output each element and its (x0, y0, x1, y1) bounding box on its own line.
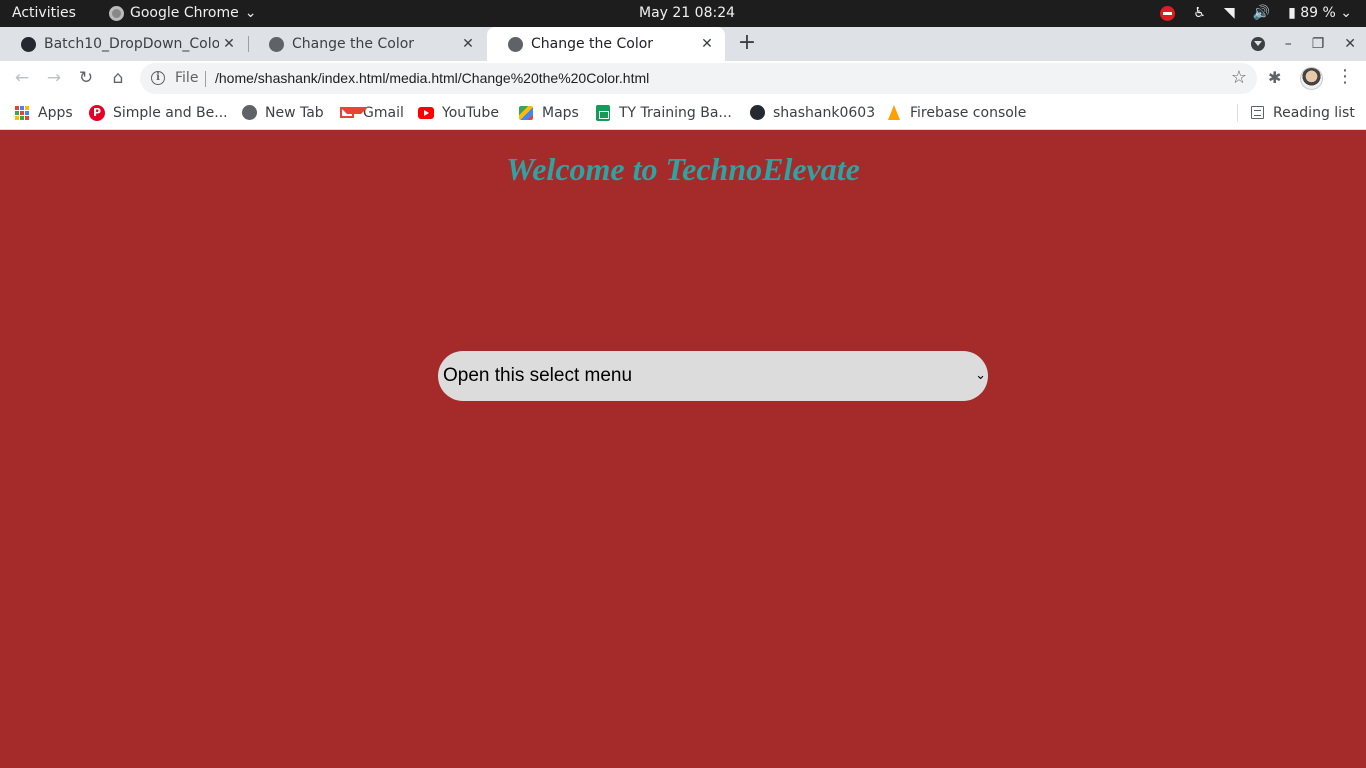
globe-icon (241, 105, 257, 121)
globe-icon (507, 36, 523, 52)
youtube-icon (418, 105, 434, 121)
home-button[interactable]: ⌂ (107, 67, 129, 89)
more-menu-icon[interactable]: ⋮ (1336, 66, 1354, 87)
accessibility-icon: ♿ (1193, 5, 1206, 21)
reading-list-label: Reading list (1273, 104, 1355, 121)
bookmark-label: Firebase console (910, 104, 1027, 121)
url-scheme-label: File (175, 70, 199, 86)
gmail-icon (339, 105, 368, 121)
tab-title: Change the Color (292, 36, 415, 52)
bookmarks-bar: Apps P Simple and Be... New Tab Gmail Yo… (0, 96, 1366, 130)
close-icon[interactable]: ✕ (460, 36, 476, 52)
bookmark-gmail[interactable]: Gmail (339, 96, 404, 129)
tab-title: Batch10_DropDown_Colo (44, 36, 219, 52)
restore-icon[interactable]: ❐ (1312, 36, 1325, 52)
bookmark-label: New Tab (265, 104, 324, 121)
activities-button[interactable]: Activities (12, 0, 76, 27)
reading-list-icon (1249, 105, 1265, 121)
bookmark-label: YouTube (442, 104, 499, 121)
select-selected-value: Open this select menu (443, 365, 633, 386)
bookmark-github[interactable]: shashank0603 (749, 96, 875, 129)
bookmark-label: Simple and Be... (113, 104, 228, 121)
bookmark-ty-training[interactable]: TY Training Ba... (595, 96, 732, 129)
battery-indicator: ▮ 89 % ⌄ (1288, 5, 1352, 21)
page-title: Welcome to TechnoElevate (506, 151, 860, 187)
address-bar[interactable]: i File /home/shashank/index.html/media.h… (140, 63, 1257, 94)
minimize-icon[interactable]: – (1285, 36, 1292, 52)
app-menu[interactable]: Google Chrome ⌄ (109, 0, 256, 27)
bookmark-firebase[interactable]: Firebase console (886, 96, 1026, 129)
bookmark-youtube[interactable]: YouTube (418, 96, 499, 129)
globe-icon (268, 36, 284, 52)
bookmark-apps[interactable]: Apps (14, 96, 73, 129)
tab-change-color[interactable]: Change the Color ✕ (248, 27, 486, 61)
tab-strip: Batch10_DropDown_Colo ✕ Change the Color… (0, 27, 1366, 61)
tab-title: Change the Color (531, 36, 654, 52)
tab-search-icon[interactable] (1250, 37, 1265, 51)
close-icon[interactable]: ✕ (221, 36, 237, 52)
firebase-icon (886, 105, 902, 121)
tab-change-color-active[interactable]: Change the Color ✕ (487, 27, 725, 61)
reload-button[interactable]: ↻ (75, 67, 97, 89)
battery-percent: 89 % (1300, 5, 1336, 21)
bookmark-label: Gmail (363, 104, 404, 121)
bookmark-new-tab[interactable]: New Tab (241, 96, 324, 129)
close-icon[interactable]: ✕ (699, 36, 715, 52)
new-tab-button[interactable]: + (736, 32, 758, 55)
page-content: Welcome to TechnoElevate Open this selec… (0, 131, 1366, 768)
browser-toolbar: ← → ↻ ⌂ i File /home/shashank/index.html… (0, 61, 1366, 96)
back-button[interactable]: ← (11, 67, 33, 89)
window-controls: – ❐ ✕ (1250, 27, 1356, 61)
bookmark-maps[interactable]: Maps (518, 96, 579, 129)
clock[interactable]: May 21 08:24 (639, 0, 735, 27)
pinterest-icon: P (89, 104, 105, 121)
url-text[interactable]: /home/shashank/index.html/media.html/Cha… (215, 70, 649, 86)
github-icon (749, 105, 765, 121)
sheets-icon (595, 104, 611, 121)
chevron-down-icon: ⌄ (975, 367, 986, 382)
github-icon (20, 36, 36, 52)
os-top-bar: Activities Google Chrome ⌄ May 21 08:24 … (0, 0, 1366, 27)
bookmark-label: shashank0603 (773, 104, 876, 121)
bookmark-label: Apps (38, 104, 73, 121)
chevron-down-icon: ⌄ (244, 5, 257, 21)
apps-grid-icon (14, 105, 30, 121)
do-not-disturb-icon (1160, 6, 1176, 21)
bookmark-star-icon[interactable]: ☆ (1231, 67, 1247, 88)
bookmark-label: Maps (542, 104, 579, 121)
divider (1237, 104, 1238, 122)
reading-list-button[interactable]: Reading list (1249, 96, 1355, 129)
avatar[interactable] (1300, 67, 1323, 90)
color-select-dropdown[interactable]: Open this select menu ⌄ (438, 351, 988, 401)
divider (205, 71, 206, 87)
tab-batch10[interactable]: Batch10_DropDown_Colo ✕ (0, 27, 247, 61)
info-icon[interactable]: i (151, 71, 165, 85)
system-tray[interactable]: ♿ ◥ 🔊 ▮ 89 % ⌄ (1160, 0, 1352, 27)
bookmark-label: TY Training Ba... (619, 104, 732, 121)
volume-icon: 🔊 (1252, 5, 1271, 21)
wifi-icon: ◥ (1223, 5, 1235, 21)
close-window-icon[interactable]: ✕ (1344, 36, 1356, 52)
maps-icon (518, 105, 534, 121)
forward-button[interactable]: → (43, 67, 65, 89)
chrome-icon (109, 6, 124, 21)
extensions-icon[interactable]: ✱ (1268, 68, 1281, 87)
bookmark-pinterest[interactable]: P Simple and Be... (89, 96, 228, 129)
app-menu-label: Google Chrome (130, 5, 239, 21)
